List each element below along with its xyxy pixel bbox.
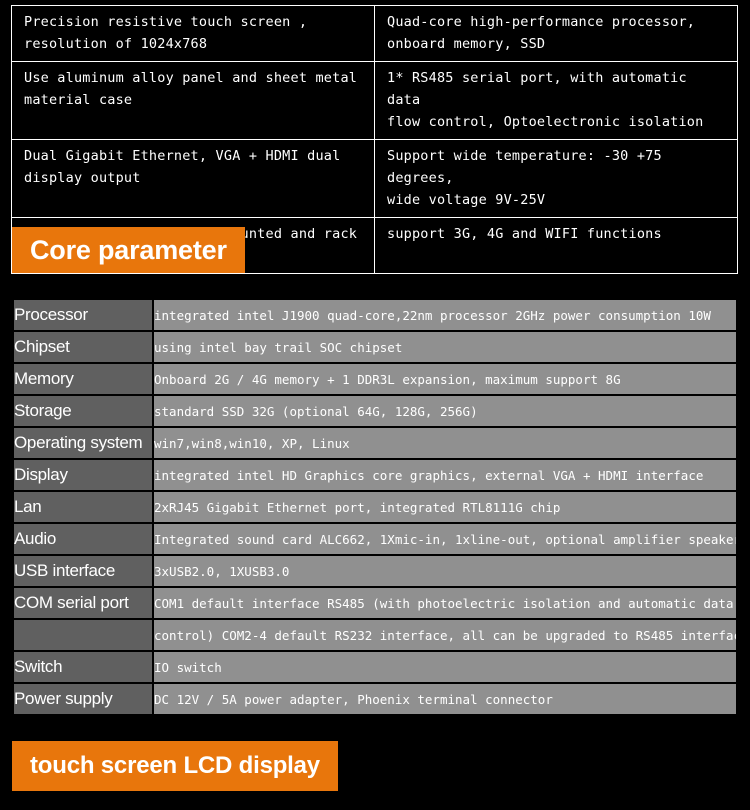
spec-value: standard SSD 32G (optional 64G, 128G, 25… [154,396,736,426]
section-banner-core-parameter: Core parameter [12,227,245,273]
spec-label: Storage [14,396,152,426]
spec-value: integrated intel J1900 quad-core,22nm pr… [154,300,736,330]
table-row: COM serial port COM1 default interface R… [14,588,736,618]
feature-cell-right: Support wide temperature: -30 +75 degree… [374,139,738,218]
table-row: Use aluminum alloy panel and sheet metal… [11,61,738,140]
spec-value: integrated intel HD Graphics core graphi… [154,460,736,490]
feature-cell-right: Quad-core high-performance processor, on… [374,5,738,62]
spec-label: Memory [14,364,152,394]
spec-value: COM1 default interface RS485 (with photo… [154,588,736,618]
spec-label-continuation [14,620,152,650]
table-row: Dual Gigabit Ethernet, VGA + HDMI dual d… [11,139,738,218]
spec-value: IO switch [154,652,736,682]
spec-label: Processor [14,300,152,330]
table-row: Processor integrated intel J1900 quad-co… [14,300,736,330]
spec-value: DC 12V / 5A power adapter, Phoenix termi… [154,684,736,714]
table-row: Chipset using intel bay trail SOC chipse… [14,332,736,362]
table-row: Precision resistive touch screen , resol… [11,5,738,62]
feature-cell-left: Dual Gigabit Ethernet, VGA + HDMI dual d… [11,139,375,218]
table-row: Operating system win7,win8,win10, XP, Li… [14,428,736,458]
spec-value: control) COM2-4 default RS232 interface,… [154,620,736,650]
table-row: Switch IO switch [14,652,736,682]
spec-label: Power supply [14,684,152,714]
spec-label: Switch [14,652,152,682]
spec-label: Chipset [14,332,152,362]
spec-label: USB interface [14,556,152,586]
table-row: USB interface 3xUSB2.0, 1XUSB3.0 [14,556,736,586]
spec-label: Display [14,460,152,490]
table-row: Display integrated intel HD Graphics cor… [14,460,736,490]
spec-label: COM serial port [14,588,152,618]
table-row: Memory Onboard 2G / 4G memory + 1 DDR3L … [14,364,736,394]
spec-label: Audio [14,524,152,554]
spec-value: 2xRJ45 Gigabit Ethernet port, integrated… [154,492,736,522]
spec-value: 3xUSB2.0, 1XUSB3.0 [154,556,736,586]
section-banner-core-parameter-label: Core parameter [30,234,227,265]
spec-value: using intel bay trail SOC chipset [154,332,736,362]
spec-value: Integrated sound card ALC662, 1Xmic-in, … [154,524,736,554]
table-row: Storage standard SSD 32G (optional 64G, … [14,396,736,426]
feature-cell-right: support 3G, 4G and WIFI functions [374,217,738,274]
spec-value: Onboard 2G / 4G memory + 1 DDR3L expansi… [154,364,736,394]
feature-cell-left: Precision resistive touch screen , resol… [11,5,375,62]
spec-table-body: Processor integrated intel J1900 quad-co… [14,300,736,714]
section-banner-touch-screen-label: touch screen LCD display [30,752,320,779]
table-row: Power supply DC 12V / 5A power adapter, … [14,684,736,714]
spec-table: Processor integrated intel J1900 quad-co… [12,298,738,716]
spec-value: win7,win8,win10, XP, Linux [154,428,736,458]
spec-label: Lan [14,492,152,522]
table-row: control) COM2-4 default RS232 interface,… [14,620,736,650]
spec-label: Operating system [14,428,152,458]
table-row: Lan 2xRJ45 Gigabit Ethernet port, integr… [14,492,736,522]
section-banner-touch-screen: touch screen LCD display [12,741,338,791]
feature-cell-right: 1* RS485 serial port, with automatic dat… [374,61,738,140]
feature-cell-left: Use aluminum alloy panel and sheet metal… [11,61,375,140]
table-row: Audio Integrated sound card ALC662, 1Xmi… [14,524,736,554]
